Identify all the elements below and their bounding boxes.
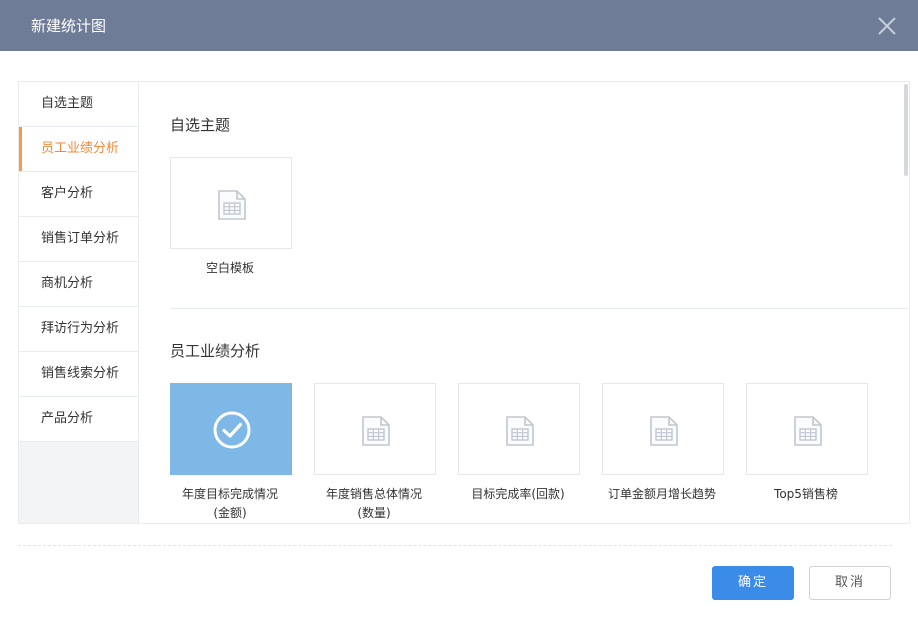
card-label: 订单金额月增长趋势 — [607, 487, 716, 501]
template-card-top5-sales[interactable] — [746, 383, 868, 475]
close-button[interactable] — [872, 11, 902, 41]
template-card-annual-sales-quantity[interactable] — [314, 383, 436, 475]
spreadsheet-doc-icon — [506, 416, 534, 446]
dialog-titlebar: 新建统计图 — [0, 0, 918, 51]
section-title-custom: 自选主题 — [170, 116, 231, 134]
template-card-annual-target-amount[interactable] — [170, 383, 292, 475]
scrollbar-thumb[interactable] — [904, 84, 908, 176]
sidebar-item-opportunity-analysis[interactable]: 商机分析 — [19, 262, 138, 307]
spreadsheet-doc-icon — [218, 190, 246, 220]
section-title-employee-performance: 员工业绩分析 — [170, 342, 261, 360]
sidebar-item-label: 自选主题 — [41, 96, 94, 111]
spreadsheet-doc-icon — [794, 416, 822, 446]
new-chart-dialog: 新建统计图 自选主题 员工业绩分析 客户分析 销售订单分析 商机分析 拜访行为分… — [0, 0, 918, 628]
sidebar-item-label: 商机分析 — [41, 276, 94, 291]
card-label: 年度销售总体情况 — [325, 487, 422, 501]
template-card-target-completion-rate[interactable] — [458, 383, 580, 475]
section-divider — [170, 308, 909, 309]
sidebar-item-label: 员工业绩分析 — [41, 141, 120, 156]
card-label-unit: (金额) — [213, 506, 247, 520]
active-indicator — [19, 127, 22, 171]
dialog-body: 自选主题 员工业绩分析 客户分析 销售订单分析 商机分析 拜访行为分析 销售线索… — [18, 81, 910, 524]
template-card-order-monthly-growth[interactable] — [602, 383, 724, 475]
sidebar-item-label: 拜访行为分析 — [41, 321, 120, 336]
dialog-title: 新建统计图 — [31, 17, 107, 35]
template-content: 自选主题 空白模板 员工业绩分析 年度目标完成情况 (金额) 年度销售总体情况 … — [139, 82, 909, 523]
sidebar-item-visit-behavior-analysis[interactable]: 拜访行为分析 — [19, 307, 138, 352]
sidebar-item-customer-analysis[interactable]: 客户分析 — [19, 172, 138, 217]
sidebar-item-label: 产品分析 — [41, 411, 94, 426]
sidebar-item-custom-topic[interactable]: 自选主题 — [19, 82, 138, 127]
spreadsheet-doc-icon — [650, 416, 678, 446]
sidebar-item-product-analysis[interactable]: 产品分析 — [19, 397, 138, 442]
sidebar-item-label: 销售线索分析 — [41, 366, 120, 381]
sidebar-item-label: 销售订单分析 — [41, 231, 120, 246]
sidebar-item-employee-performance[interactable]: 员工业绩分析 — [19, 127, 138, 172]
card-label: 空白模板 — [205, 261, 254, 275]
footer-separator — [18, 545, 892, 546]
card-label: 年度目标完成情况 — [181, 487, 278, 501]
check-circle-icon — [213, 411, 251, 449]
card-label: 目标完成率(回款) — [471, 487, 565, 501]
content-scrollbar[interactable] — [903, 82, 909, 523]
sidebar-item-sales-order-analysis[interactable]: 销售订单分析 — [19, 217, 138, 262]
card-label-unit: (数量) — [357, 506, 391, 520]
sidebar-item-label: 客户分析 — [41, 186, 94, 201]
template-card-blank[interactable] — [170, 157, 292, 249]
category-sidebar: 自选主题 员工业绩分析 客户分析 销售订单分析 商机分析 拜访行为分析 销售线索… — [19, 82, 139, 523]
cancel-button[interactable]: 取消 — [809, 566, 891, 600]
close-icon — [878, 17, 896, 35]
spreadsheet-doc-icon — [362, 416, 390, 446]
card-label: Top5销售榜 — [774, 487, 838, 501]
confirm-button[interactable]: 确定 — [712, 566, 794, 600]
sidebar-item-sales-lead-analysis[interactable]: 销售线索分析 — [19, 352, 138, 397]
